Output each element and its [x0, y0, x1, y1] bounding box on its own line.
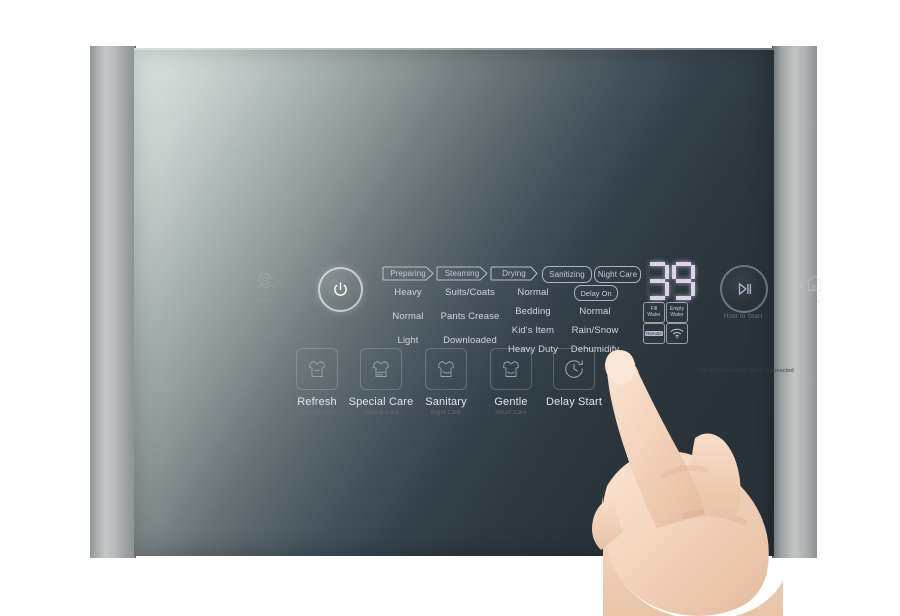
program-sublabel: Refresh Care — [298, 410, 336, 416]
play-pause-icon — [738, 283, 752, 295]
display-digit-2 — [672, 262, 695, 300]
shirt-gentle-icon — [490, 348, 532, 390]
home-icon[interactable]: Home — [796, 274, 832, 305]
steam-icon-caption: Steam — [257, 298, 273, 304]
program-sublabel: Special Care — [363, 410, 399, 416]
appliance-panel: Steam Preparing Steaming Drying Sanitizi… — [90, 46, 823, 616]
status-pill-label: Night Care — [597, 270, 638, 279]
program-button-gentle[interactable]: Gentle Smart Care — [475, 348, 547, 416]
glass-top-highlight — [134, 48, 774, 50]
screenshot-root: Steam Preparing Steaming Drying Sanitizi… — [0, 0, 900, 616]
shirt-refresh-icon — [296, 348, 338, 390]
badge-line2: Water — [647, 311, 661, 318]
badge-empty-water: Empty Water — [666, 302, 688, 323]
program-sublabel: Smart Care — [495, 410, 527, 416]
hold-to-start-label: Hold to Start — [723, 313, 763, 320]
program-label: Special Care — [348, 396, 414, 408]
program-label: Refresh — [297, 396, 337, 408]
cycle-option[interactable]: Rain/Snow — [555, 321, 635, 340]
status-pill-drying: Drying — [490, 266, 538, 281]
status-pill-label: Preparing — [390, 269, 426, 278]
wifi-icon — [670, 328, 684, 339]
badge-line2: Water — [670, 311, 684, 318]
delay-on-label: Delay On — [580, 288, 612, 298]
home-icon-caption: Home — [807, 299, 821, 305]
cycle-option[interactable]: Normal — [555, 302, 635, 321]
time-display: 39 — [646, 261, 698, 301]
status-pill-night-care: Night Care — [594, 266, 641, 283]
program-label: Delay Start — [545, 396, 603, 408]
cycle-option[interactable]: Normal — [492, 283, 574, 302]
program-sublabel: Night Care — [431, 410, 461, 416]
badge-wifi — [666, 323, 688, 344]
power-button[interactable] — [318, 267, 363, 312]
shirt-special-icon — [360, 348, 402, 390]
status-pill-label: Sanitizing — [549, 270, 585, 279]
steel-frame-left — [90, 46, 136, 558]
hold-to-start-button[interactable] — [720, 265, 768, 313]
badge-fill-water: Fill Water — [643, 302, 665, 323]
steam-drum-icon[interactable]: Steam — [242, 270, 288, 310]
program-label: Sanitary — [425, 396, 467, 408]
program-button-special-care[interactable]: Special Care Special Care — [345, 348, 417, 416]
badge-line1: Remote — [645, 330, 663, 337]
fine-print-text: * Wi-Fi Connection / Wi-Fi Connected — [697, 368, 794, 374]
program-button-delay-start[interactable]: Delay Start — [538, 348, 610, 410]
status-pill-sanitizing: Sanitizing — [542, 266, 592, 283]
program-button-sanitary[interactable]: Sanitary Night Care — [410, 348, 482, 416]
status-pill-preparing: Preparing — [382, 266, 434, 281]
program-button-refresh[interactable]: Refresh Refresh Care — [281, 348, 353, 416]
delay-on-indicator: Delay On — [574, 285, 618, 301]
clock-icon — [553, 348, 595, 390]
display-digit-1 — [646, 262, 669, 300]
program-label: Gentle — [494, 396, 528, 408]
status-pill-label: Drying — [502, 269, 526, 278]
status-pill-label: Steaming — [444, 269, 480, 278]
status-pill-steaming: Steaming — [436, 266, 488, 281]
badge-remote: Remote — [643, 323, 665, 344]
shirt-sanitary-icon — [425, 348, 467, 390]
